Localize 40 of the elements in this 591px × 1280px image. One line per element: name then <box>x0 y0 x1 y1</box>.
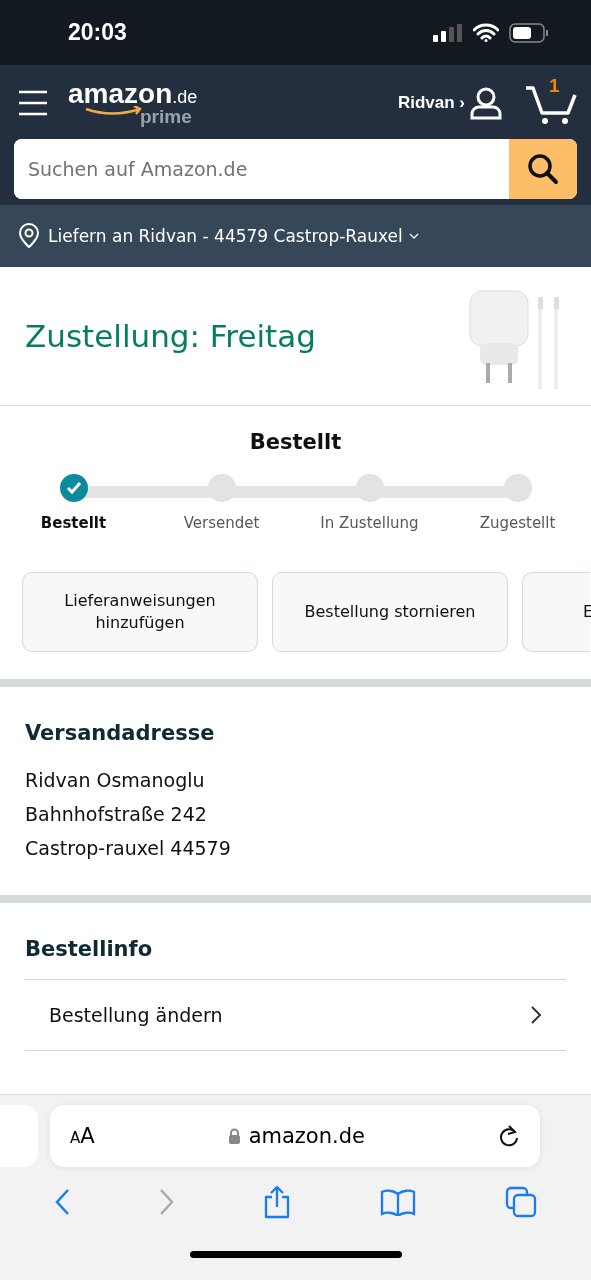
order-info-row[interactable]: Bestellung ändern <box>25 979 566 1051</box>
share-icon[interactable] <box>263 1185 292 1219</box>
chevron-right-icon <box>530 1005 542 1025</box>
logo-text: amazon <box>68 78 173 109</box>
battery-icon <box>509 22 549 43</box>
cart-count: 1 <box>549 75 560 97</box>
address-line: Castrop-rauxel 44579 <box>25 836 232 861</box>
step-label: In Zustellung <box>320 514 419 532</box>
address-line: Bahnhofstraße 242 <box>25 802 208 827</box>
prime-text: prime <box>140 108 193 126</box>
text-size-button[interactable]: AA <box>70 1124 95 1148</box>
search-field[interactable]: Suchen auf Amazon.de <box>14 139 577 199</box>
book-icon[interactable] <box>380 1188 417 1216</box>
search-icon <box>527 153 559 185</box>
delivery-date-title: Zustellung: Freitag <box>25 318 316 354</box>
status-time: 20:03 <box>68 19 127 46</box>
address-line: Ridvan Osmanoglu <box>25 768 206 793</box>
section-title: Bestellinfo <box>25 937 154 961</box>
logo-suffix: .de <box>172 87 198 107</box>
signal-icon <box>433 23 463 42</box>
reload-icon[interactable] <box>498 1124 520 1148</box>
action-button[interactable]: Lieferanweisungen hinzufügen <box>22 572 258 652</box>
section-title: Versandadresse <box>25 721 216 745</box>
url-text: amazon.de <box>248 1124 365 1148</box>
lock-icon <box>227 1128 241 1144</box>
location-pin-icon <box>18 223 40 249</box>
address-bar[interactable]: AA amazon.de <box>50 1105 540 1167</box>
chevron-down-icon <box>408 233 419 239</box>
account-link[interactable]: Ridvan › <box>397 93 465 113</box>
wifi-icon <box>473 23 499 42</box>
menu-icon[interactable] <box>18 90 48 116</box>
step-label: Versendet <box>183 514 260 532</box>
search-button[interactable] <box>509 139 577 199</box>
tabs-icon[interactable] <box>504 1186 537 1218</box>
step-label: Zugestellt <box>479 514 556 532</box>
step-label: Bestellt <box>40 514 107 532</box>
order-status-title: Bestellt <box>249 430 342 454</box>
person-icon[interactable] <box>469 86 503 120</box>
action-button[interactable]: Bestellung stornieren <box>272 572 508 652</box>
back-button[interactable] <box>54 1188 71 1216</box>
